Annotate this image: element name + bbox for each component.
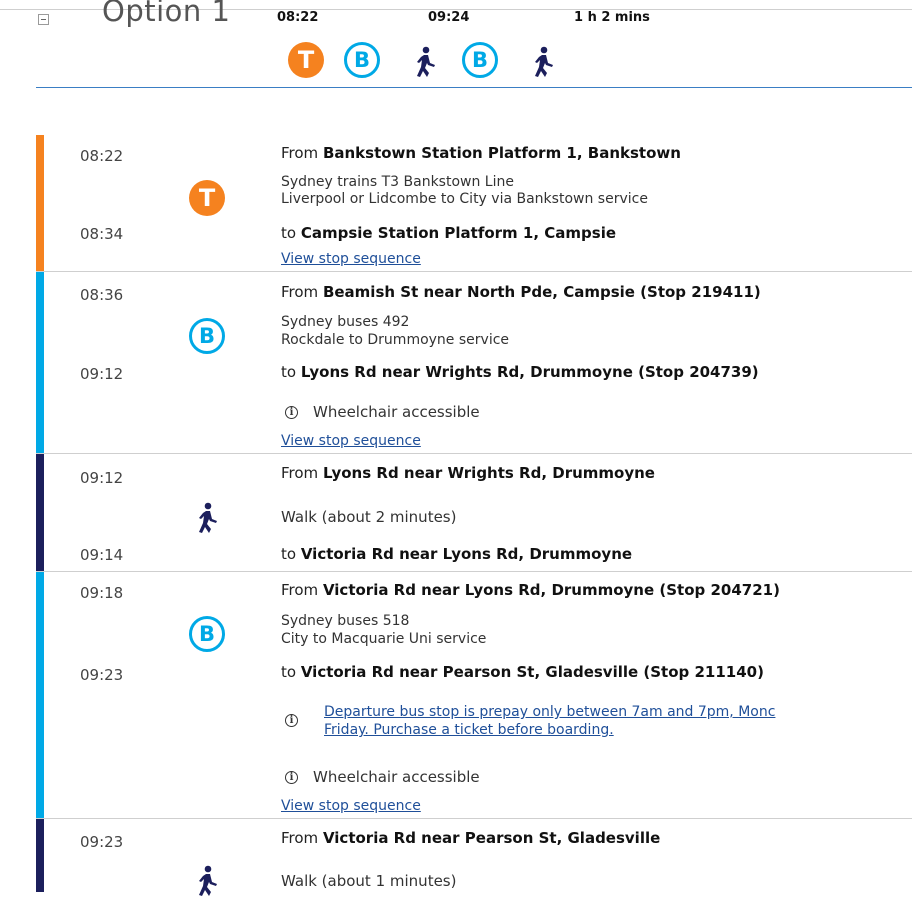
- leg-from-stop: Victoria Rd near Pearson St, Gladesville: [322, 829, 661, 847]
- walk-duration: Walk (about 1 minutes): [281, 872, 457, 890]
- arrive-time: 09:24: [428, 10, 470, 25]
- leg-service-description: Rockdale to Drummoyne service: [281, 332, 510, 348]
- bus-icon: B: [344, 42, 380, 78]
- leg-color-bar: [36, 272, 44, 454]
- leg-bus: 09:18 From Victoria Rd near Lyons Rd, Dr…: [36, 572, 912, 819]
- leg-from-stop: Beamish St near North Pde, Campsie (Stop…: [322, 283, 761, 301]
- leg-to: to Victoria Rd near Pearson St, Gladesvi…: [281, 663, 764, 681]
- bus-icon: B: [462, 42, 498, 78]
- leg-from-time: 09:18: [80, 584, 124, 602]
- leg-color-bar: [36, 454, 44, 572]
- depart-time: 08:22: [277, 10, 319, 25]
- leg-walk: 09:12 From Lyons Rd near Wrights Rd, Dru…: [36, 454, 912, 572]
- collapse-icon[interactable]: [38, 14, 49, 25]
- leg-color-bar: [36, 572, 44, 819]
- bus-icon: B: [189, 616, 225, 652]
- leg-from-time: 08:22: [80, 147, 124, 165]
- view-stop-sequence-link[interactable]: View stop sequence: [281, 251, 421, 268]
- leg-from-stop: Bankstown Station Platform 1, Bankstown: [322, 144, 681, 162]
- train-icon: T: [288, 42, 324, 78]
- leg-bus: 08:36 From Beamish St near North Pde, Ca…: [36, 272, 912, 454]
- leg-to-stop: Campsie Station Platform 1, Campsie: [300, 224, 617, 242]
- leg-from-stop: Victoria Rd near Lyons Rd, Drummoyne (St…: [322, 581, 780, 599]
- leg-service-description: Liverpool or Lidcombe to City via Bankst…: [281, 191, 648, 207]
- leg-service-line: Sydney buses 518: [281, 613, 410, 629]
- leg-to-time: 09:23: [80, 666, 124, 684]
- leg-from: From Victoria Rd near Lyons Rd, Drummoyn…: [281, 581, 780, 599]
- leg-from: From Victoria Rd near Pearson St, Glades…: [281, 829, 661, 847]
- option-title: Option 1: [102, 0, 231, 28]
- accessibility-note: i Wheelchair accessible: [285, 403, 480, 421]
- header-underline: [36, 87, 912, 88]
- walk-duration: Walk (about 2 minutes): [281, 508, 457, 526]
- leg-service-line: Sydney trains T3 Bankstown Line: [281, 174, 514, 190]
- walk-icon: [530, 46, 556, 78]
- leg-from-stop: Lyons Rd near Wrights Rd, Drummoyne: [322, 464, 655, 482]
- leg-color-bar: [36, 819, 44, 892]
- leg-from: From Beamish St near North Pde, Campsie …: [281, 283, 761, 301]
- leg-from-time: 09:12: [80, 469, 124, 487]
- leg-to-time: 09:12: [80, 365, 124, 383]
- leg-from-time: 09:23: [80, 833, 124, 851]
- leg-service-line: Sydney buses 492: [281, 314, 410, 330]
- leg-to: to Campsie Station Platform 1, Campsie: [281, 224, 617, 242]
- info-icon: i: [285, 406, 298, 419]
- leg-color-bar: [36, 135, 44, 272]
- info-icon: i: [285, 714, 298, 727]
- leg-from: From Lyons Rd near Wrights Rd, Drummoyne: [281, 464, 655, 482]
- accessibility-note: i Wheelchair accessible: [285, 768, 480, 786]
- walk-icon: [194, 502, 220, 534]
- walk-icon: [194, 865, 220, 897]
- leg-to-stop: Lyons Rd near Wrights Rd, Drummoyne (Sto…: [300, 363, 759, 381]
- leg-to-stop: Victoria Rd near Lyons Rd, Drummoyne: [300, 545, 633, 563]
- leg-service-description: City to Macquarie Uni service: [281, 631, 487, 647]
- bus-icon: B: [189, 318, 225, 354]
- view-stop-sequence-link[interactable]: View stop sequence: [281, 433, 421, 450]
- walk-icon: [412, 46, 438, 78]
- leg-train: 08:22 From Bankstown Station Platform 1,…: [36, 135, 912, 272]
- prepay-alert: i Departure bus stop is prepay only betw…: [285, 703, 905, 741]
- train-icon: T: [189, 180, 225, 216]
- leg-from: From Bankstown Station Platform 1, Banks…: [281, 144, 681, 162]
- view-stop-sequence-link[interactable]: View stop sequence: [281, 798, 421, 815]
- leg-from-time: 08:36: [80, 286, 124, 304]
- leg-to: to Lyons Rd near Wrights Rd, Drummoyne (…: [281, 363, 759, 381]
- prepay-alert-link[interactable]: Departure bus stop is prepay only betwee…: [324, 703, 775, 739]
- trip-duration: 1 h 2 mins: [574, 10, 650, 25]
- leg-to-time: 09:14: [80, 546, 124, 564]
- trip-option-header: Option 1 08:22 09:24 1 h 2 mins T B B: [0, 0, 912, 98]
- info-icon: i: [285, 771, 298, 784]
- leg-to-time: 08:34: [80, 225, 124, 243]
- leg-to-stop: Victoria Rd near Pearson St, Gladesville…: [300, 663, 764, 681]
- leg-walk: 09:23 From Victoria Rd near Pearson St, …: [36, 819, 912, 896]
- leg-to: to Victoria Rd near Lyons Rd, Drummoyne: [281, 545, 633, 563]
